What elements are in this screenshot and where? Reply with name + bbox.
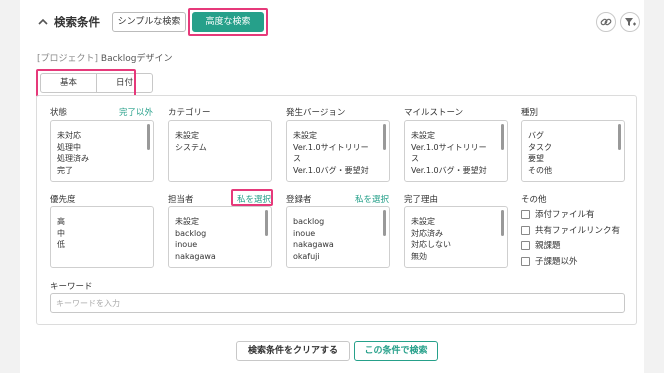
assignee-select-me-link[interactable]: 私を選択 (237, 193, 271, 205)
simple-search-button[interactable]: シンプルな検索 (112, 12, 186, 32)
project-name: Backlogデザイン (100, 54, 173, 64)
list-item[interactable]: nakagawa (175, 252, 216, 264)
list-item[interactable]: 処理済み (57, 154, 89, 166)
project-breadcrumb: [プロジェクト] Backlogデザイン (37, 51, 172, 64)
search-conditions-title: 検索条件 (54, 15, 100, 29)
scrollbar[interactable] (501, 124, 504, 150)
shared-file-checkbox-label: 共有ファイルリンク有 (535, 226, 621, 236)
other-label: その他 (521, 195, 547, 205)
chevron-up-icon[interactable] (37, 16, 49, 28)
priority-listbox[interactable]: 高 中 低 (50, 206, 154, 268)
tab-date[interactable]: 日付 (96, 73, 153, 93)
link-icon[interactable] (596, 12, 616, 32)
tab-basic[interactable]: 基本 (40, 73, 97, 93)
milestone-listbox[interactable]: 未設定 Ver.1.0サイトリリー ス Ver.1.0バグ・要望対 (404, 120, 508, 182)
list-item[interactable]: 未設定 (293, 131, 369, 143)
list-item[interactable]: 未設定 (411, 131, 487, 143)
list-item[interactable]: バグ (528, 131, 552, 143)
list-item[interactable]: 低 (57, 240, 65, 252)
list-item[interactable]: 対応しない (411, 240, 451, 252)
category-listbox[interactable]: 未設定 システム (168, 120, 272, 182)
list-item[interactable]: 未設定 (175, 217, 216, 229)
attachment-checkbox-label: 添付ファイル有 (535, 210, 595, 220)
list-item[interactable]: ス (293, 154, 369, 166)
scrollbar[interactable] (383, 124, 386, 150)
category-label: カテゴリー (168, 108, 211, 118)
scrollbar[interactable] (383, 210, 386, 236)
parent-issue-checkbox[interactable] (521, 240, 530, 250)
assignee-label: 担当者 (168, 195, 194, 205)
list-item[interactable]: Ver.1.0サイトリリー (411, 143, 487, 155)
attachment-checkbox-row[interactable]: 添付ファイル有 (521, 208, 595, 220)
scrollbar[interactable] (265, 210, 268, 236)
list-item[interactable]: nakagawa (293, 240, 334, 252)
list-item[interactable]: 高 (57, 217, 65, 229)
list-item[interactable]: backlog (175, 229, 216, 241)
list-item[interactable]: Ver.1.0バグ・要望対 (293, 166, 369, 178)
list-item[interactable]: Ver.1.0サイトリリー (293, 143, 369, 155)
resolution-listbox[interactable]: 未設定 対応済み 対応しない 無効 (404, 206, 508, 268)
version-listbox[interactable]: 未設定 Ver.1.0サイトリリー ス Ver.1.0バグ・要望対 (286, 120, 390, 182)
shared-file-checkbox[interactable] (521, 225, 530, 235)
list-item[interactable]: 未設定 (411, 217, 451, 229)
project-prefix: [プロジェクト] (37, 54, 99, 64)
search-with-conditions-button[interactable]: この条件で検索 (354, 341, 438, 361)
list-item[interactable]: 未設定 (175, 131, 207, 143)
list-item[interactable]: その他 (528, 166, 552, 178)
registrant-listbox[interactable]: backlog inoue nakagawa okafuji (286, 206, 390, 268)
parent-issue-checkbox-row[interactable]: 親課題 (521, 239, 561, 251)
scrollbar[interactable] (147, 124, 150, 150)
list-item[interactable]: 要望 (528, 154, 552, 166)
advanced-search-button[interactable]: 高度な検索 (192, 12, 264, 32)
keyword-label: キーワード (50, 282, 93, 292)
status-listbox[interactable]: 未対応 処理中 処理済み 完了 (50, 120, 154, 182)
resolution-label: 完了理由 (404, 195, 439, 205)
list-item[interactable]: inoue (293, 229, 334, 241)
parent-issue-checkbox-label: 親課題 (535, 241, 561, 251)
priority-label: 優先度 (50, 195, 76, 205)
list-item[interactable]: ス (411, 154, 487, 166)
scrollbar[interactable] (618, 124, 621, 150)
not-child-checkbox-label: 子課題以外 (535, 257, 578, 267)
clear-conditions-button[interactable]: 検索条件をクリアする (236, 341, 350, 361)
list-item[interactable]: 完了 (57, 166, 89, 178)
not-child-checkbox[interactable] (521, 256, 530, 266)
list-item[interactable]: 対応済み (411, 229, 451, 241)
scrollbar[interactable] (501, 210, 504, 236)
list-item[interactable]: タスク (528, 143, 552, 155)
shared-file-checkbox-row[interactable]: 共有ファイルリンク有 (521, 224, 620, 236)
attachment-checkbox[interactable] (521, 209, 530, 219)
status-label: 状態 (50, 108, 68, 118)
list-item[interactable]: 無効 (411, 252, 451, 264)
list-item[interactable]: backlog (293, 217, 334, 229)
status-not-completed-link[interactable]: 完了以外 (119, 106, 153, 118)
filter-add-icon[interactable] (620, 12, 640, 32)
type-listbox[interactable]: バグ タスク 要望 その他 (521, 120, 625, 182)
list-item[interactable]: inoue (175, 240, 216, 252)
list-item[interactable]: Ver.1.0バグ・要望対 (411, 166, 487, 178)
list-item[interactable]: 未対応 (57, 131, 89, 143)
list-item[interactable]: 処理中 (57, 143, 89, 155)
version-label: 発生バージョン (286, 108, 346, 118)
registrant-label: 登録者 (286, 195, 312, 205)
keyword-input[interactable] (50, 293, 625, 313)
registrant-select-me-link[interactable]: 私を選択 (355, 193, 389, 205)
list-item[interactable]: okafuji (293, 252, 334, 264)
milestone-label: マイルストーン (404, 108, 464, 118)
list-item[interactable]: システム (175, 143, 207, 155)
list-item[interactable]: 中 (57, 229, 65, 241)
assignee-listbox[interactable]: 未設定 backlog inoue nakagawa (168, 206, 272, 268)
not-child-checkbox-row[interactable]: 子課題以外 (521, 255, 578, 267)
type-label: 種別 (521, 108, 539, 118)
